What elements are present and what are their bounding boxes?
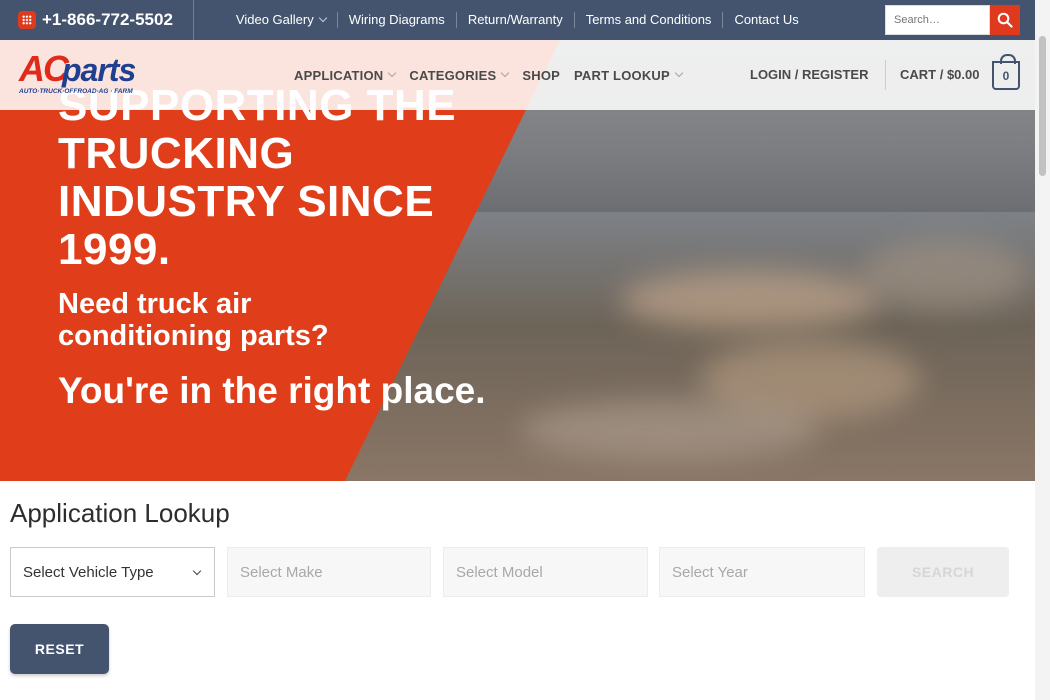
site-logo[interactable]: AC parts AUTO·TRUCK·OFFROAD·AG · FARM — [18, 48, 153, 96]
search-button[interactable] — [990, 5, 1020, 35]
chevron-down-icon — [318, 13, 327, 23]
hero-cloud — [620, 270, 880, 330]
chevron-down-icon — [674, 68, 684, 78]
chevron-down-icon — [501, 68, 510, 78]
lookup-search-button[interactable]: SEARCH — [877, 547, 1009, 597]
page: +1-866-772-5502 Video Gallery Wiring Dia… — [0, 0, 1050, 700]
login-register-link[interactable]: LOGIN / REGISTER — [750, 67, 868, 82]
cart-bag-icon[interactable]: 0 — [992, 54, 1020, 90]
nav-label: APPLICATION — [294, 67, 384, 83]
top-link-contact[interactable]: Contact Us — [722, 12, 809, 28]
chevron-down-icon — [388, 68, 397, 78]
nav-shop[interactable]: SHOP — [522, 68, 560, 83]
phone-icon — [18, 11, 36, 29]
nav-label: SHOP — [522, 67, 561, 83]
cart-count: 0 — [1002, 68, 1010, 83]
phone-link[interactable]: +1-866-772-5502 — [18, 0, 194, 40]
year-select[interactable]: Select Year — [659, 547, 865, 597]
search-input[interactable] — [885, 5, 990, 35]
lookup-title: Application Lookup — [10, 498, 230, 528]
hero-subtitle: Need truck air conditioning parts? — [58, 288, 329, 352]
scrollbar-thumb[interactable] — [1039, 36, 1046, 176]
phone-number: +1-866-772-5502 — [42, 10, 173, 29]
hero-cloud — [860, 240, 1030, 310]
hero-cloud — [520, 400, 820, 460]
vehicle-type-select[interactable]: Select Vehicle Type — [10, 547, 215, 597]
svg-text:AUTO·TRUCK·OFFROAD·AG · FARM: AUTO·TRUCK·OFFROAD·AG · FARM — [18, 88, 133, 95]
vehicle-type-value: Select Vehicle Type — [23, 563, 154, 581]
scrollbar[interactable] — [1035, 0, 1050, 700]
svg-text:parts: parts — [61, 52, 135, 88]
search-form — [885, 5, 1020, 35]
nav-part-lookup[interactable]: PART LOOKUP — [574, 67, 684, 83]
top-link-video-gallery[interactable]: Video Gallery — [224, 12, 337, 28]
nav-label: PART LOOKUP — [574, 67, 670, 83]
hero-tagline: You're in the right place. — [58, 370, 486, 411]
main-nav: APPLICATION CATEGORIES SHOP PART LOOKUP — [294, 40, 696, 110]
reset-button[interactable]: RESET — [10, 624, 109, 674]
main-header: AC parts AUTO·TRUCK·OFFROAD·AG · FARM AP… — [0, 40, 1035, 110]
make-select[interactable]: Select Make — [227, 547, 431, 597]
search-icon — [997, 12, 1013, 28]
acparts-logo: AC parts AUTO·TRUCK·OFFROAD·AG · FARM — [18, 48, 136, 95]
chevron-down-icon — [192, 566, 202, 576]
nav-categories[interactable]: CATEGORIES — [409, 67, 510, 83]
nav-label: CATEGORIES — [409, 67, 497, 83]
top-link-return-warranty[interactable]: Return/Warranty — [455, 12, 574, 28]
model-select[interactable]: Select Model — [443, 547, 648, 597]
cart-link[interactable]: CART / $0.00 — [900, 67, 979, 82]
hero-title: SUPPORTING THE TRUCKING INDUSTRY SINCE 1… — [58, 82, 456, 274]
nav-application[interactable]: APPLICATION — [294, 67, 397, 83]
header-divider — [885, 60, 886, 90]
top-link-terms[interactable]: Terms and Conditions — [573, 12, 723, 28]
top-links: Video Gallery Wiring Diagrams Return/War… — [224, 12, 810, 28]
top-link-wiring-diagrams[interactable]: Wiring Diagrams — [336, 12, 456, 28]
top-link-label: Video Gallery — [235, 12, 314, 27]
top-bar: +1-866-772-5502 Video Gallery Wiring Dia… — [0, 0, 1035, 40]
